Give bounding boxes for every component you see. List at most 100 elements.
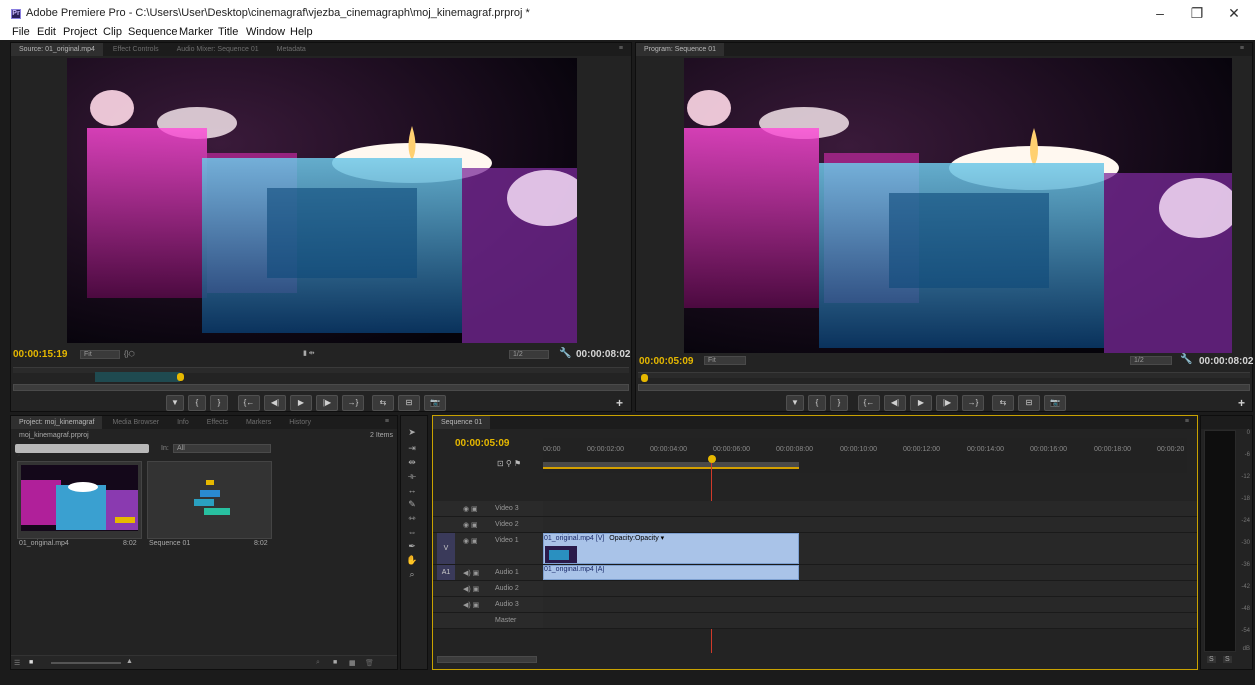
tab-media-browser[interactable]: Media Browser: [104, 416, 167, 429]
tab-project[interactable]: Project: moj_kinemagraf: [11, 416, 103, 429]
menu-sequence[interactable]: Sequence: [128, 26, 178, 38]
solo-right-button[interactable]: S: [1223, 656, 1232, 663]
slip-tool-icon[interactable]: ⇿: [406, 512, 418, 524]
go-to-out-button[interactable]: →}: [342, 395, 364, 411]
play-button[interactable]: ▶: [910, 395, 932, 411]
tab-effects[interactable]: Effects: [199, 416, 236, 429]
clip-fx-label[interactable]: Opacity:Opacity ▾: [609, 535, 664, 542]
find-icon[interactable]: ⌕: [316, 659, 320, 667]
menu-help[interactable]: Help: [290, 26, 313, 38]
program-current-timecode[interactable]: 00:00:05:09: [639, 356, 693, 367]
timeline-tool-icons[interactable]: ⊡ ⚲ ⚑: [497, 459, 521, 468]
automate-icon[interactable]: ▲: [126, 658, 133, 665]
list-view-icon[interactable]: ☰: [14, 659, 20, 667]
menu-clip[interactable]: Clip: [103, 26, 122, 38]
mark-out-button[interactable]: }: [830, 395, 848, 411]
panel-menu-icon[interactable]: ≡: [385, 418, 389, 425]
project-search-input[interactable]: ⌕: [15, 444, 149, 459]
button-editor-plus[interactable]: +: [1238, 396, 1245, 410]
track-lane-master[interactable]: [543, 613, 1197, 629]
new-bin-icon[interactable]: ■: [333, 659, 337, 666]
track-lane-audio-3[interactable]: [543, 597, 1197, 613]
ripple-edit-tool-icon[interactable]: ⇹: [406, 456, 418, 468]
panel-menu-icon[interactable]: ≡: [1240, 45, 1244, 52]
source-playhead[interactable]: [177, 373, 184, 381]
rolling-edit-tool-icon[interactable]: ⟛: [406, 470, 418, 482]
play-button[interactable]: ▶: [290, 395, 312, 411]
extract-button[interactable]: ⊟: [1018, 395, 1040, 411]
source-zoom-dropdown[interactable]: Fit: [80, 350, 120, 359]
tab-info[interactable]: Info: [169, 416, 197, 429]
source-inout-icons[interactable]: {}⬡: [124, 350, 135, 358]
mark-in-button[interactable]: {: [808, 395, 826, 411]
source-patch-v[interactable]: V: [437, 533, 455, 564]
rate-stretch-tool-icon[interactable]: ↔: [406, 484, 418, 496]
mark-out-button[interactable]: }: [210, 395, 228, 411]
new-item-icon[interactable]: ▦: [349, 659, 356, 667]
program-time-ruler[interactable]: [638, 372, 1250, 378]
zoom-tool-icon[interactable]: ⌕: [406, 568, 418, 580]
export-frame-button[interactable]: 📷: [1044, 395, 1066, 411]
timeline-ruler[interactable]: 00:00 00:00:02:00 00:00:04:00 00:00:06:0…: [543, 438, 1187, 473]
panel-menu-icon[interactable]: ≡: [619, 45, 623, 52]
track-lane-video-2[interactable]: [543, 517, 1197, 533]
menu-window[interactable]: Window: [246, 26, 285, 38]
source-current-timecode[interactable]: 00:00:15:19: [13, 349, 67, 360]
maximize-button[interactable]: ❐: [1187, 5, 1207, 22]
in-filter-dropdown[interactable]: All: [173, 444, 271, 453]
menu-marker[interactable]: Marker: [179, 26, 213, 38]
clear-icon[interactable]: 🗑: [365, 659, 374, 667]
program-playhead[interactable]: [641, 374, 648, 382]
program-zoom-dropdown[interactable]: Fit: [704, 356, 746, 365]
go-to-in-button[interactable]: {←: [858, 395, 880, 411]
menu-project[interactable]: Project: [63, 26, 97, 38]
track-select-tool-icon[interactable]: ⇥: [406, 442, 418, 454]
step-forward-button[interactable]: |▶: [936, 395, 958, 411]
tab-effect-controls[interactable]: Effect Controls: [105, 43, 167, 56]
selection-tool-icon[interactable]: ➤: [406, 426, 418, 438]
tab-history[interactable]: History: [281, 416, 319, 429]
tab-sequence-01[interactable]: Sequence 01: [433, 416, 491, 429]
close-button[interactable]: ✕: [1224, 5, 1244, 22]
source-patch-a1[interactable]: A1: [437, 565, 455, 580]
lift-button[interactable]: ⇆: [992, 395, 1014, 411]
solo-left-button[interactable]: S: [1207, 656, 1216, 663]
drag-video-icon[interactable]: ▮ ⇹: [303, 349, 315, 357]
audio-clip[interactable]: 01_original.mp4 [A]: [543, 565, 799, 580]
timeline-playhead-handle[interactable]: [708, 455, 716, 463]
go-to-out-button[interactable]: →}: [962, 395, 984, 411]
project-item-sequence-01[interactable]: [147, 461, 272, 539]
mark-in-button[interactable]: {: [188, 395, 206, 411]
timeline-zoom-scrollbar[interactable]: [437, 656, 537, 663]
source-zoom-scrollbar[interactable]: [13, 384, 629, 391]
hand-tool-icon[interactable]: ✋: [406, 554, 418, 566]
wrench-icon[interactable]: 🔧: [1180, 354, 1192, 365]
minimize-button[interactable]: –: [1150, 5, 1170, 21]
step-back-button[interactable]: ◀|: [884, 395, 906, 411]
tab-metadata[interactable]: Metadata: [269, 43, 314, 56]
tab-markers[interactable]: Markers: [238, 416, 279, 429]
timeline-current-timecode[interactable]: 00:00:05:09: [455, 438, 509, 449]
add-marker-button[interactable]: ▼: [786, 395, 804, 411]
video-clip[interactable]: 01_original.mp4 [V] Opacity:Opacity ▾: [543, 533, 799, 564]
pen-tool-icon[interactable]: ✒: [406, 540, 418, 552]
wrench-icon[interactable]: 🔧: [559, 348, 571, 359]
work-area-bar[interactable]: [543, 462, 799, 469]
track-lane-video-3[interactable]: [543, 501, 1197, 517]
button-editor-plus[interactable]: +: [616, 396, 623, 410]
insert-button[interactable]: ⇆: [372, 395, 394, 411]
panel-menu-icon[interactable]: ≡: [1185, 418, 1189, 425]
go-to-in-button[interactable]: {←: [238, 395, 260, 411]
program-zoom-scrollbar[interactable]: [638, 384, 1250, 391]
track-lane-audio-2[interactable]: [543, 581, 1197, 597]
program-resolution-dropdown[interactable]: 1/2: [1130, 356, 1172, 365]
step-back-button[interactable]: ◀|: [264, 395, 286, 411]
zoom-slider[interactable]: [51, 662, 121, 664]
slide-tool-icon[interactable]: ⇔: [406, 526, 418, 538]
tab-audio-mixer[interactable]: Audio Mixer: Sequence 01: [169, 43, 267, 56]
export-frame-button[interactable]: 📷: [424, 395, 446, 411]
menu-edit[interactable]: Edit: [37, 26, 56, 38]
tab-source[interactable]: Source: 01_original.mp4: [11, 43, 103, 56]
project-item-01-original[interactable]: [17, 461, 142, 539]
add-marker-button[interactable]: ▼: [166, 395, 184, 411]
